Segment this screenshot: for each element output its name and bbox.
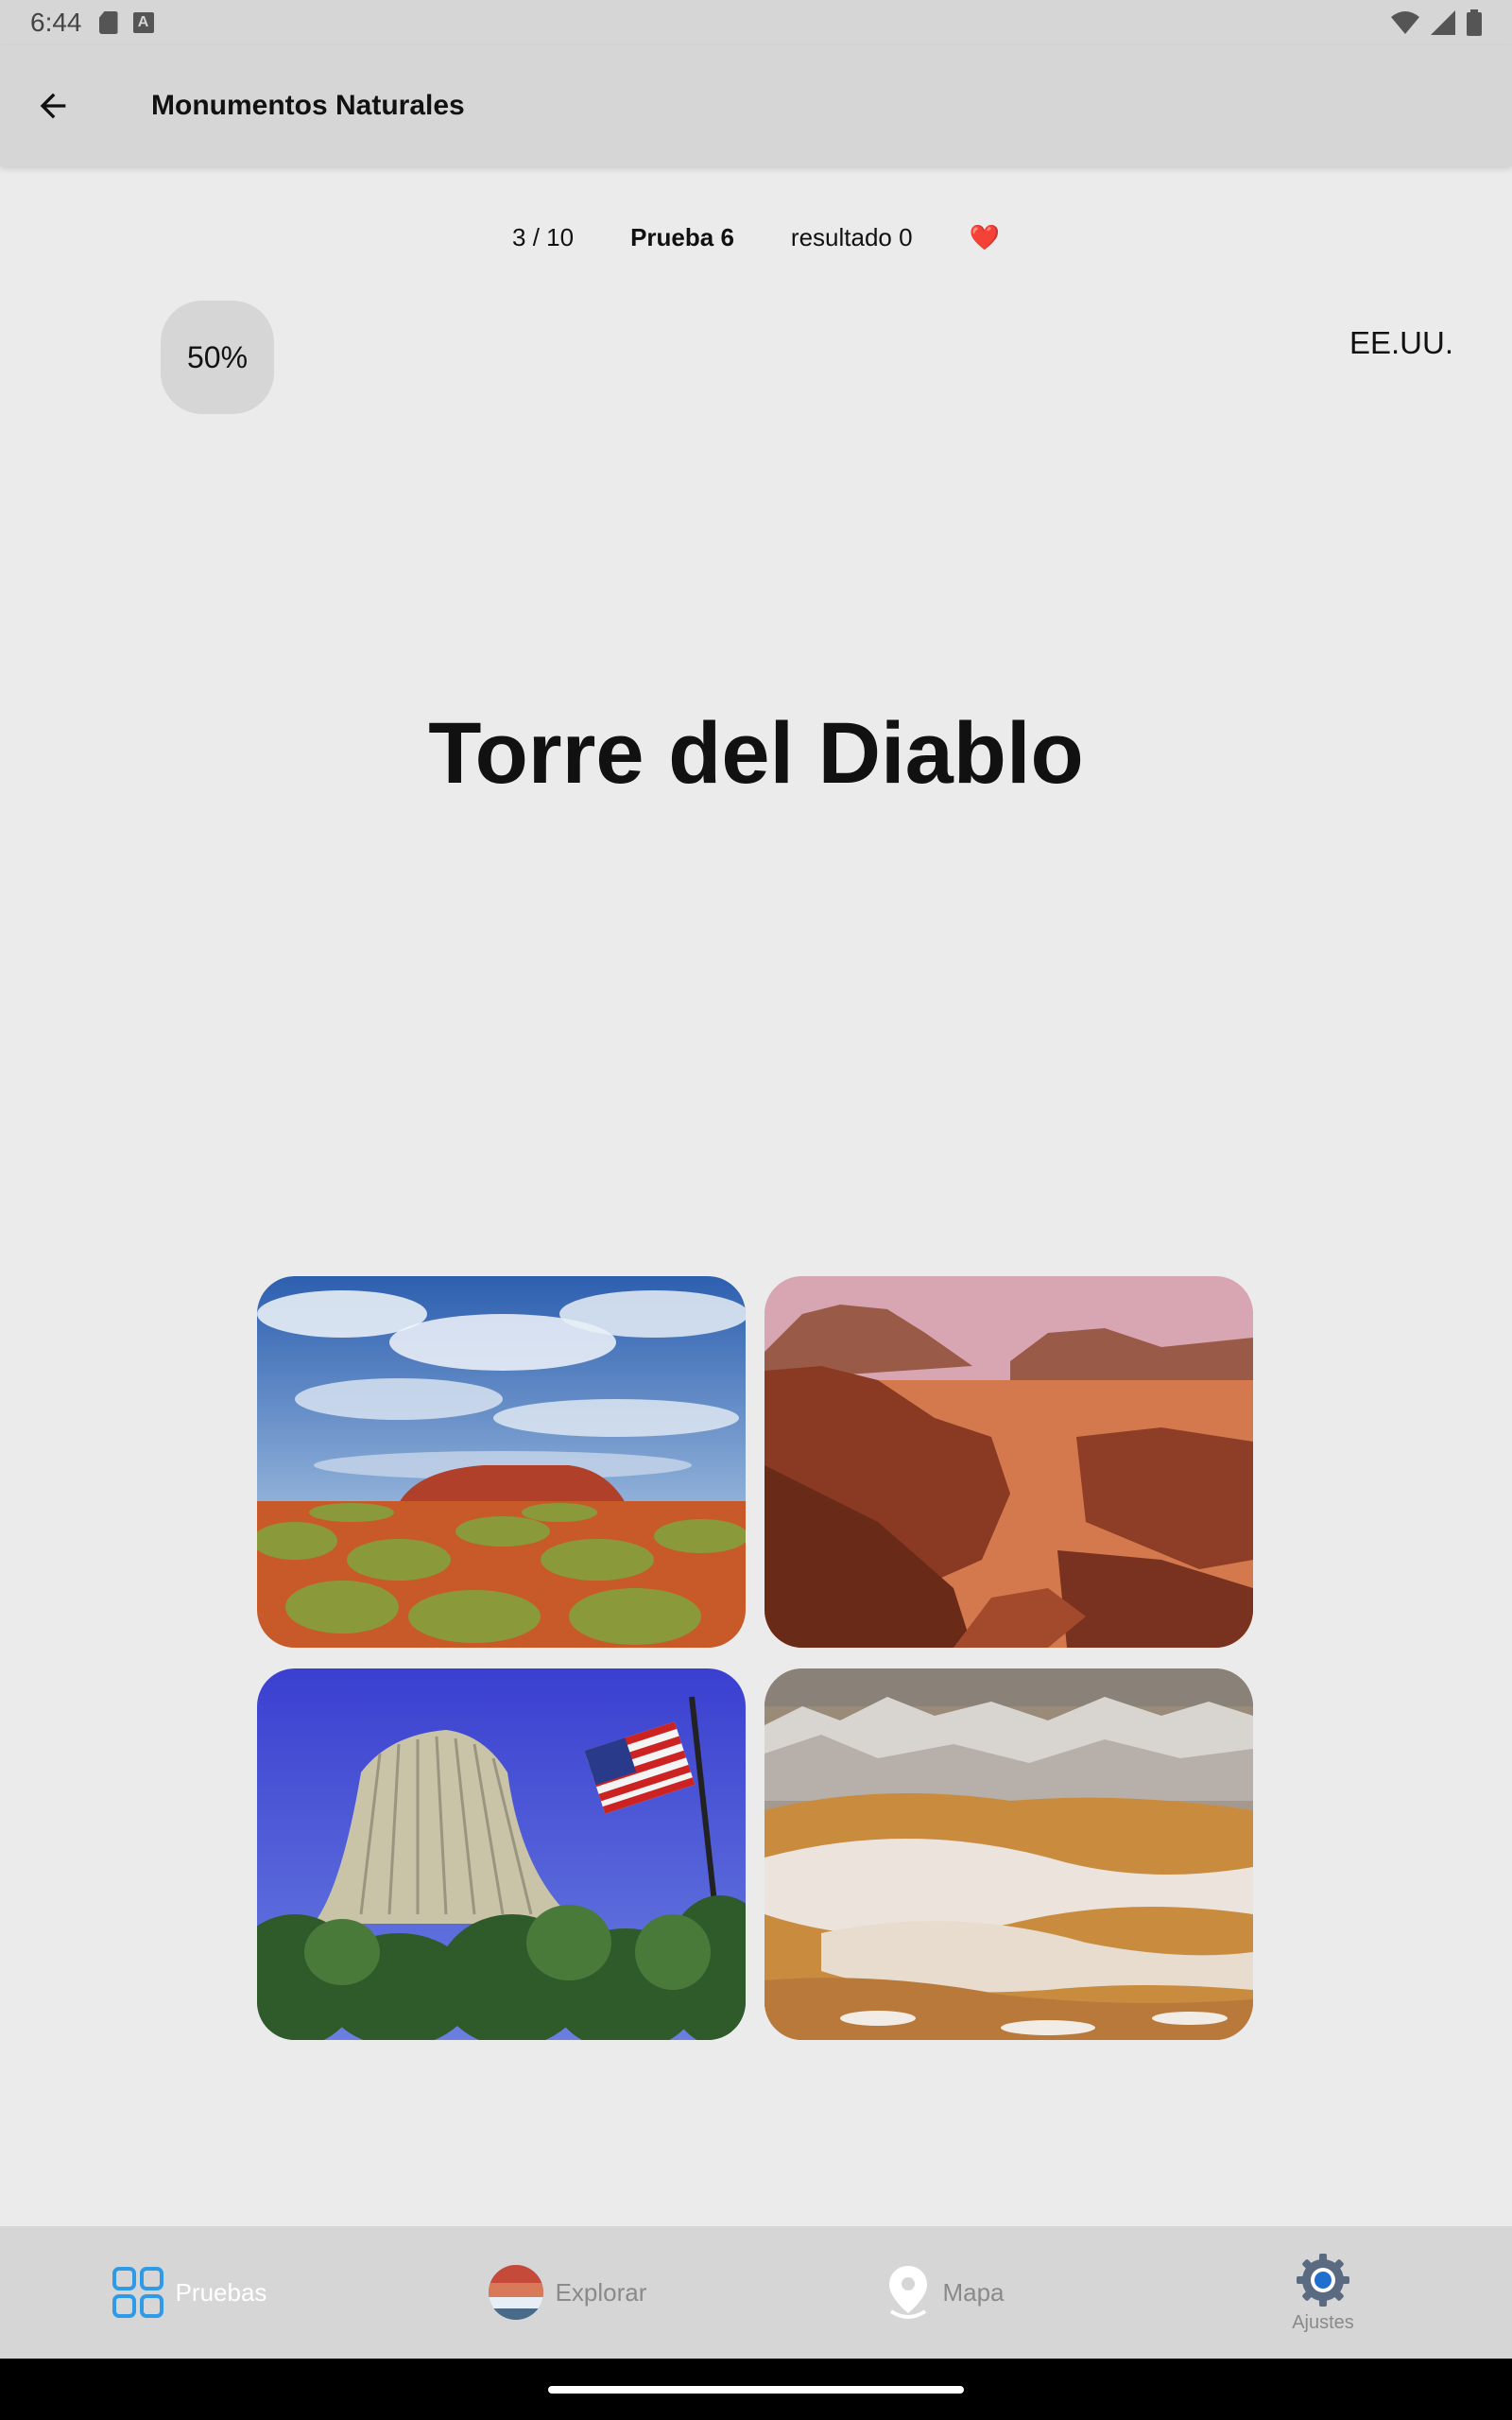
bottom-navigation: Pruebas Explorar Mapa Ajustes xyxy=(0,2226,1512,2359)
answer-grid xyxy=(257,1276,1253,2040)
answer-option-uluru[interactable] xyxy=(257,1276,746,1648)
progress-counter: 3 / 10 xyxy=(512,223,575,251)
globe-icon xyxy=(488,2265,543,2320)
wadi-rum-photo xyxy=(765,1276,1253,1648)
answer-option-devils-tower[interactable] xyxy=(257,1668,746,2040)
battery-icon xyxy=(1467,9,1482,36)
app-title: Monumentos Naturales xyxy=(151,90,465,121)
question-title: Torre del Diablo xyxy=(428,705,1084,802)
map-pin-icon xyxy=(889,2266,928,2319)
devils-tower-photo xyxy=(257,1668,746,2040)
answer-option-dunes[interactable] xyxy=(765,1668,1253,2040)
app-bar: Monumentos Naturales xyxy=(0,45,1512,166)
quiz-name: Prueba 6 xyxy=(630,223,734,251)
percent-label: 50% xyxy=(186,339,249,374)
nav-label-ajustes: Ajustes xyxy=(1292,2311,1354,2333)
sand-dunes-photo xyxy=(765,1668,1253,2040)
nav-label-mapa: Mapa xyxy=(942,2277,1005,2307)
country-label: EE.UU. xyxy=(1349,325,1453,360)
back-button[interactable] xyxy=(0,53,106,159)
grid-icon xyxy=(112,2267,163,2318)
gear-icon xyxy=(1297,2253,1349,2307)
heart-icon: ❤️ xyxy=(969,223,1000,251)
uluru-photo xyxy=(257,1276,746,1648)
hint-percent-button[interactable]: 50% xyxy=(161,301,274,414)
arrow-left-icon xyxy=(40,93,66,119)
sd-card-icon xyxy=(98,11,118,34)
nav-label-explorar: Explorar xyxy=(555,2277,647,2307)
status-bar: 6:44 A xyxy=(0,0,1512,45)
home-gesture-handle[interactable] xyxy=(548,2386,964,2394)
nav-item-explorar[interactable]: Explorar xyxy=(378,2226,756,2359)
quiz-info-row: 3 / 10 Prueba 6 resultado 0 ❤️ xyxy=(0,223,1512,252)
answer-option-wadi-rum[interactable] xyxy=(765,1276,1253,1648)
score-label: resultado 0 xyxy=(790,223,913,251)
signal-icon xyxy=(1431,10,1455,35)
wifi-icon xyxy=(1391,11,1419,34)
nav-label-pruebas: Pruebas xyxy=(175,2277,267,2307)
status-time: 6:44 xyxy=(30,8,82,37)
a-icon: A xyxy=(132,12,154,33)
nav-item-pruebas[interactable]: Pruebas xyxy=(0,2226,378,2359)
nav-item-ajustes[interactable]: Ajustes xyxy=(1134,2226,1512,2359)
nav-item-mapa[interactable]: Mapa xyxy=(756,2226,1134,2359)
